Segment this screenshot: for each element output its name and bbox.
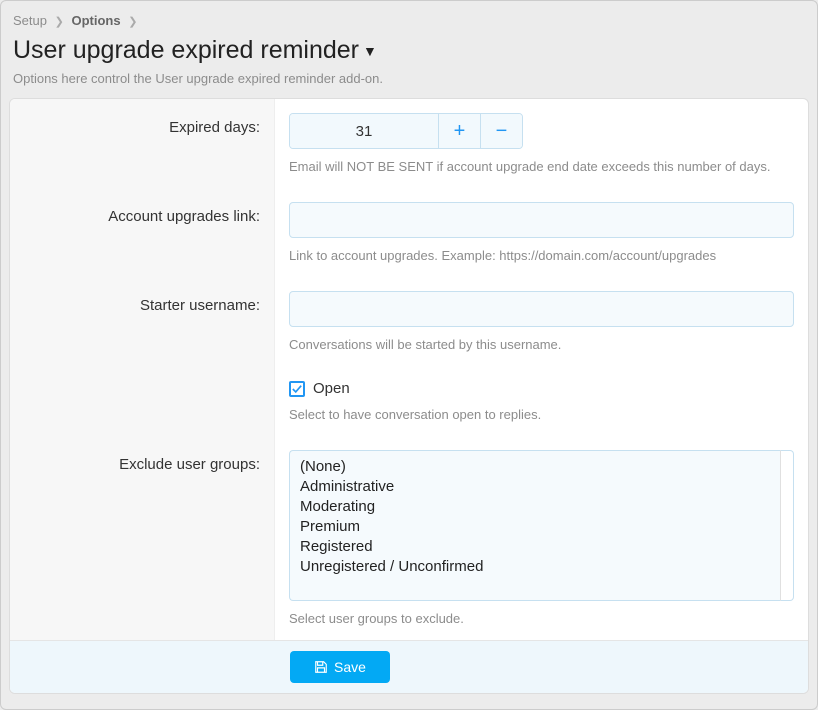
chevron-right-icon: ❯ [128, 16, 137, 28]
plus-icon: + [454, 120, 466, 143]
breadcrumb-setup[interactable]: Setup [13, 13, 47, 28]
row-expired-days: Expired days: + − Email will NOT BE SENT… [10, 99, 808, 188]
list-item[interactable]: (None) [300, 457, 770, 477]
label-exclude-groups: Exclude user groups: [10, 436, 275, 640]
upgrades-link-input[interactable] [289, 202, 794, 238]
row-starter-username: Starter username: Conversations will be … [10, 277, 808, 366]
list-item[interactable]: Unregistered / Unconfirmed [300, 557, 770, 577]
label-upgrades-link: Account upgrades link: [10, 188, 275, 277]
hint-expired-days: Email will NOT BE SENT if account upgrad… [289, 159, 794, 174]
open-label: Open [313, 380, 350, 397]
row-open: Open Select to have conversation open to… [10, 366, 808, 436]
expired-days-stepper: + − [289, 113, 523, 149]
list-item[interactable]: Moderating [300, 497, 770, 517]
caret-down-icon: ▼ [363, 43, 377, 59]
row-upgrades-link: Account upgrades link: Link to account u… [10, 188, 808, 277]
options-panel: Expired days: + − Email will NOT BE SENT… [9, 98, 809, 694]
list-item[interactable]: Premium [300, 517, 770, 537]
list-item[interactable]: Administrative [300, 477, 770, 497]
check-icon [292, 384, 302, 394]
stepper-minus-button[interactable]: − [480, 114, 522, 148]
hint-exclude-groups: Select user groups to exclude. [289, 611, 794, 626]
breadcrumb-options[interactable]: Options [71, 13, 120, 28]
open-checkbox[interactable] [289, 381, 305, 397]
label-open-empty [10, 366, 275, 436]
page-description: Options here control the User upgrade ex… [1, 69, 817, 98]
label-starter-username: Starter username: [10, 277, 275, 366]
page-title[interactable]: User upgrade expired reminder▼ [1, 34, 817, 69]
minus-icon: − [496, 120, 508, 143]
scrollbar[interactable] [780, 450, 794, 601]
hint-starter-username: Conversations will be started by this us… [289, 337, 794, 352]
save-button[interactable]: Save [290, 651, 390, 683]
exclude-groups-select[interactable]: (None) Administrative Moderating Premium… [289, 450, 780, 601]
hint-upgrades-link: Link to account upgrades. Example: https… [289, 248, 794, 263]
breadcrumb: Setup ❯ Options ❯ [1, 1, 817, 34]
row-exclude-groups: Exclude user groups: (None) Administrati… [10, 436, 808, 640]
save-button-label: Save [334, 659, 366, 675]
stepper-plus-button[interactable]: + [438, 114, 480, 148]
footer-bar: Save [10, 640, 808, 693]
page-title-text: User upgrade expired reminder [13, 36, 359, 64]
hint-open: Select to have conversation open to repl… [289, 407, 794, 422]
list-item[interactable]: Registered [300, 537, 770, 557]
label-expired-days: Expired days: [10, 99, 275, 188]
expired-days-input[interactable] [290, 114, 438, 148]
chevron-right-icon: ❯ [55, 16, 64, 28]
starter-username-input[interactable] [289, 291, 794, 327]
save-icon [314, 660, 328, 674]
